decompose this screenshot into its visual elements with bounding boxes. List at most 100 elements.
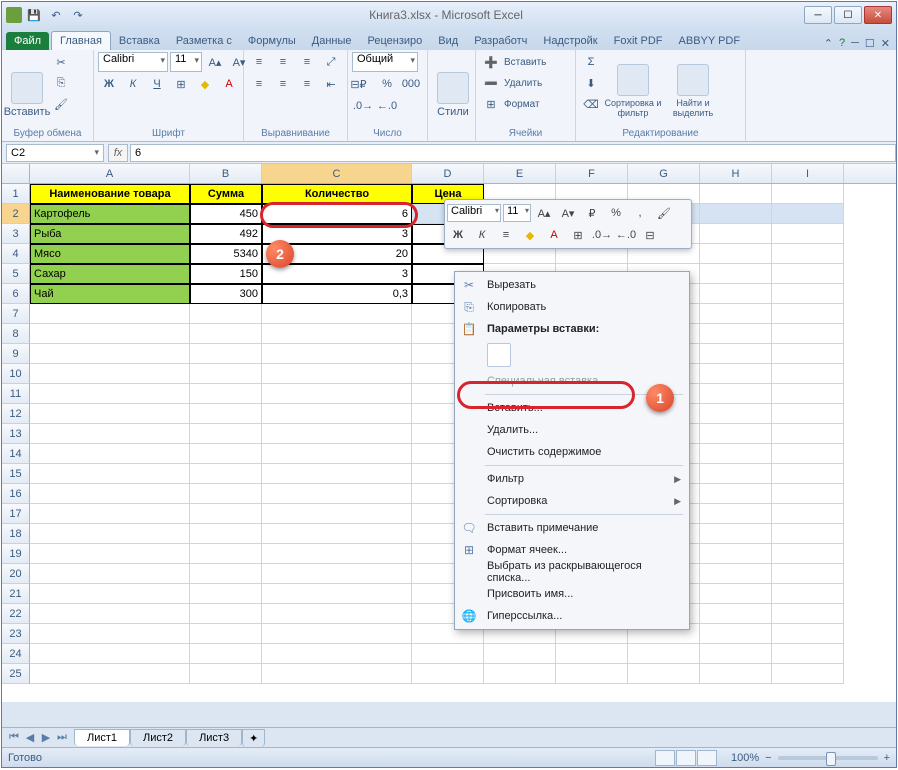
cell-a3[interactable]: Рыба	[30, 224, 190, 244]
mini-italic-icon[interactable]: К	[471, 225, 493, 245]
mini-currency-icon[interactable]: ₽	[581, 203, 603, 223]
doc-min-icon[interactable]: ─	[851, 37, 859, 50]
cell-empty[interactable]	[772, 544, 844, 564]
cell-empty[interactable]	[772, 644, 844, 664]
mini-percent-icon[interactable]: %	[605, 203, 627, 223]
cell-empty[interactable]	[30, 404, 190, 424]
cell-empty[interactable]	[772, 424, 844, 444]
cell-empty[interactable]	[262, 464, 412, 484]
cell-empty[interactable]	[262, 644, 412, 664]
cell-empty[interactable]	[772, 404, 844, 424]
delete-cells-icon[interactable]: ➖	[480, 73, 502, 93]
cell-b3[interactable]: 492	[190, 224, 262, 244]
mini-size-select[interactable]: 11	[503, 204, 531, 222]
rowhead-6[interactable]: 6	[2, 284, 30, 304]
increase-font-icon[interactable]: A▴	[204, 52, 226, 72]
colhead-d[interactable]: D	[412, 164, 484, 183]
cell-empty[interactable]	[190, 364, 262, 384]
cell-a4[interactable]: Мясо	[30, 244, 190, 264]
orientation-icon[interactable]: ⤢	[320, 52, 342, 72]
cell-empty[interactable]	[700, 484, 772, 504]
cell-empty[interactable]	[412, 664, 484, 684]
tab-insert[interactable]: Вставка	[111, 32, 168, 50]
rowhead-21[interactable]: 21	[2, 584, 30, 604]
rowhead-2[interactable]: 2	[2, 204, 30, 224]
zoom-in-button[interactable]: +	[884, 752, 890, 764]
cell-empty[interactable]	[700, 624, 772, 644]
rowhead-14[interactable]: 14	[2, 444, 30, 464]
select-all-corner[interactable]	[2, 164, 30, 183]
sheet-tab-1[interactable]: Лист1	[74, 729, 130, 746]
cell-empty[interactable]	[628, 664, 700, 684]
paste-button[interactable]: Вставить	[6, 52, 48, 118]
cell-empty[interactable]	[190, 604, 262, 624]
cell-empty[interactable]	[772, 324, 844, 344]
mini-border-icon[interactable]: ⊞	[567, 225, 589, 245]
cell-b1[interactable]: Сумма	[190, 184, 262, 204]
cell-empty[interactable]	[772, 464, 844, 484]
cell-empty[interactable]	[30, 384, 190, 404]
qat-undo-icon[interactable]: ↶	[46, 5, 66, 25]
tab-view[interactable]: Вид	[430, 32, 466, 50]
cell-a2[interactable]: Картофель	[30, 204, 190, 224]
ctx-define-name[interactable]: Присвоить имя...	[455, 583, 689, 605]
qat-redo-icon[interactable]: ↷	[68, 5, 88, 25]
cell-empty[interactable]	[190, 384, 262, 404]
format-cells-icon[interactable]: ⊞	[480, 94, 502, 114]
mini-shrink-font-icon[interactable]: A▾	[557, 203, 579, 223]
ctx-sort[interactable]: Сортировка▶	[455, 490, 689, 512]
view-layout-button[interactable]	[676, 750, 696, 766]
sheet-nav-first[interactable]: ⏮	[6, 731, 22, 744]
tab-home[interactable]: Главная	[51, 31, 111, 50]
copy-icon[interactable]: ⎘	[50, 73, 72, 93]
mini-comma-icon[interactable]: ,	[629, 203, 651, 223]
tab-review[interactable]: Рецензиро	[360, 32, 431, 50]
cell-empty[interactable]	[30, 304, 190, 324]
rowhead-13[interactable]: 13	[2, 424, 30, 444]
cell-empty[interactable]	[190, 524, 262, 544]
mini-grow-font-icon[interactable]: A▴	[533, 203, 555, 223]
cell-empty[interactable]	[262, 544, 412, 564]
cell-empty[interactable]	[262, 584, 412, 604]
cell-empty[interactable]	[700, 444, 772, 464]
cell-empty[interactable]	[30, 524, 190, 544]
cell-empty[interactable]	[190, 644, 262, 664]
tab-foxit[interactable]: Foxit PDF	[606, 32, 671, 50]
cell-empty[interactable]	[190, 304, 262, 324]
cell-empty[interactable]	[484, 644, 556, 664]
cell-empty[interactable]	[700, 564, 772, 584]
cell-empty[interactable]	[190, 404, 262, 424]
cell-empty[interactable]	[262, 304, 412, 324]
percent-icon[interactable]: %	[376, 74, 398, 94]
cell-empty[interactable]	[190, 484, 262, 504]
ctx-copy[interactable]: ⎘Копировать	[455, 296, 689, 318]
cell-empty[interactable]	[262, 524, 412, 544]
cell-empty[interactable]	[556, 664, 628, 684]
cell-b4[interactable]: 5340	[190, 244, 262, 264]
cell-empty[interactable]	[190, 344, 262, 364]
cell-a6[interactable]: Чай	[30, 284, 190, 304]
cell-empty[interactable]	[30, 604, 190, 624]
tab-addins[interactable]: Надстройк	[535, 32, 605, 50]
rowhead-25[interactable]: 25	[2, 664, 30, 684]
rowhead-10[interactable]: 10	[2, 364, 30, 384]
comma-icon[interactable]: 000	[400, 74, 422, 94]
cell-empty[interactable]	[772, 344, 844, 364]
cell-c6[interactable]: 0,3	[262, 284, 412, 304]
mini-format-painter-icon[interactable]: 🖌	[653, 203, 675, 223]
tab-abbyy[interactable]: ABBYY PDF	[671, 32, 749, 50]
rowhead-19[interactable]: 19	[2, 544, 30, 564]
cell-empty[interactable]	[772, 504, 844, 524]
rowhead-5[interactable]: 5	[2, 264, 30, 284]
rowhead-4[interactable]: 4	[2, 244, 30, 264]
view-normal-button[interactable]	[655, 750, 675, 766]
align-bottom-icon[interactable]: ≡	[296, 52, 318, 72]
cell-empty[interactable]	[262, 444, 412, 464]
insert-cells-icon[interactable]: ➕	[480, 52, 502, 72]
cell-empty[interactable]	[772, 364, 844, 384]
cell-a5[interactable]: Сахар	[30, 264, 190, 284]
rowhead-24[interactable]: 24	[2, 644, 30, 664]
view-pagebreak-button[interactable]	[697, 750, 717, 766]
find-select-button[interactable]: Найти и выделить	[664, 52, 722, 118]
align-middle-icon[interactable]: ≡	[272, 52, 294, 72]
